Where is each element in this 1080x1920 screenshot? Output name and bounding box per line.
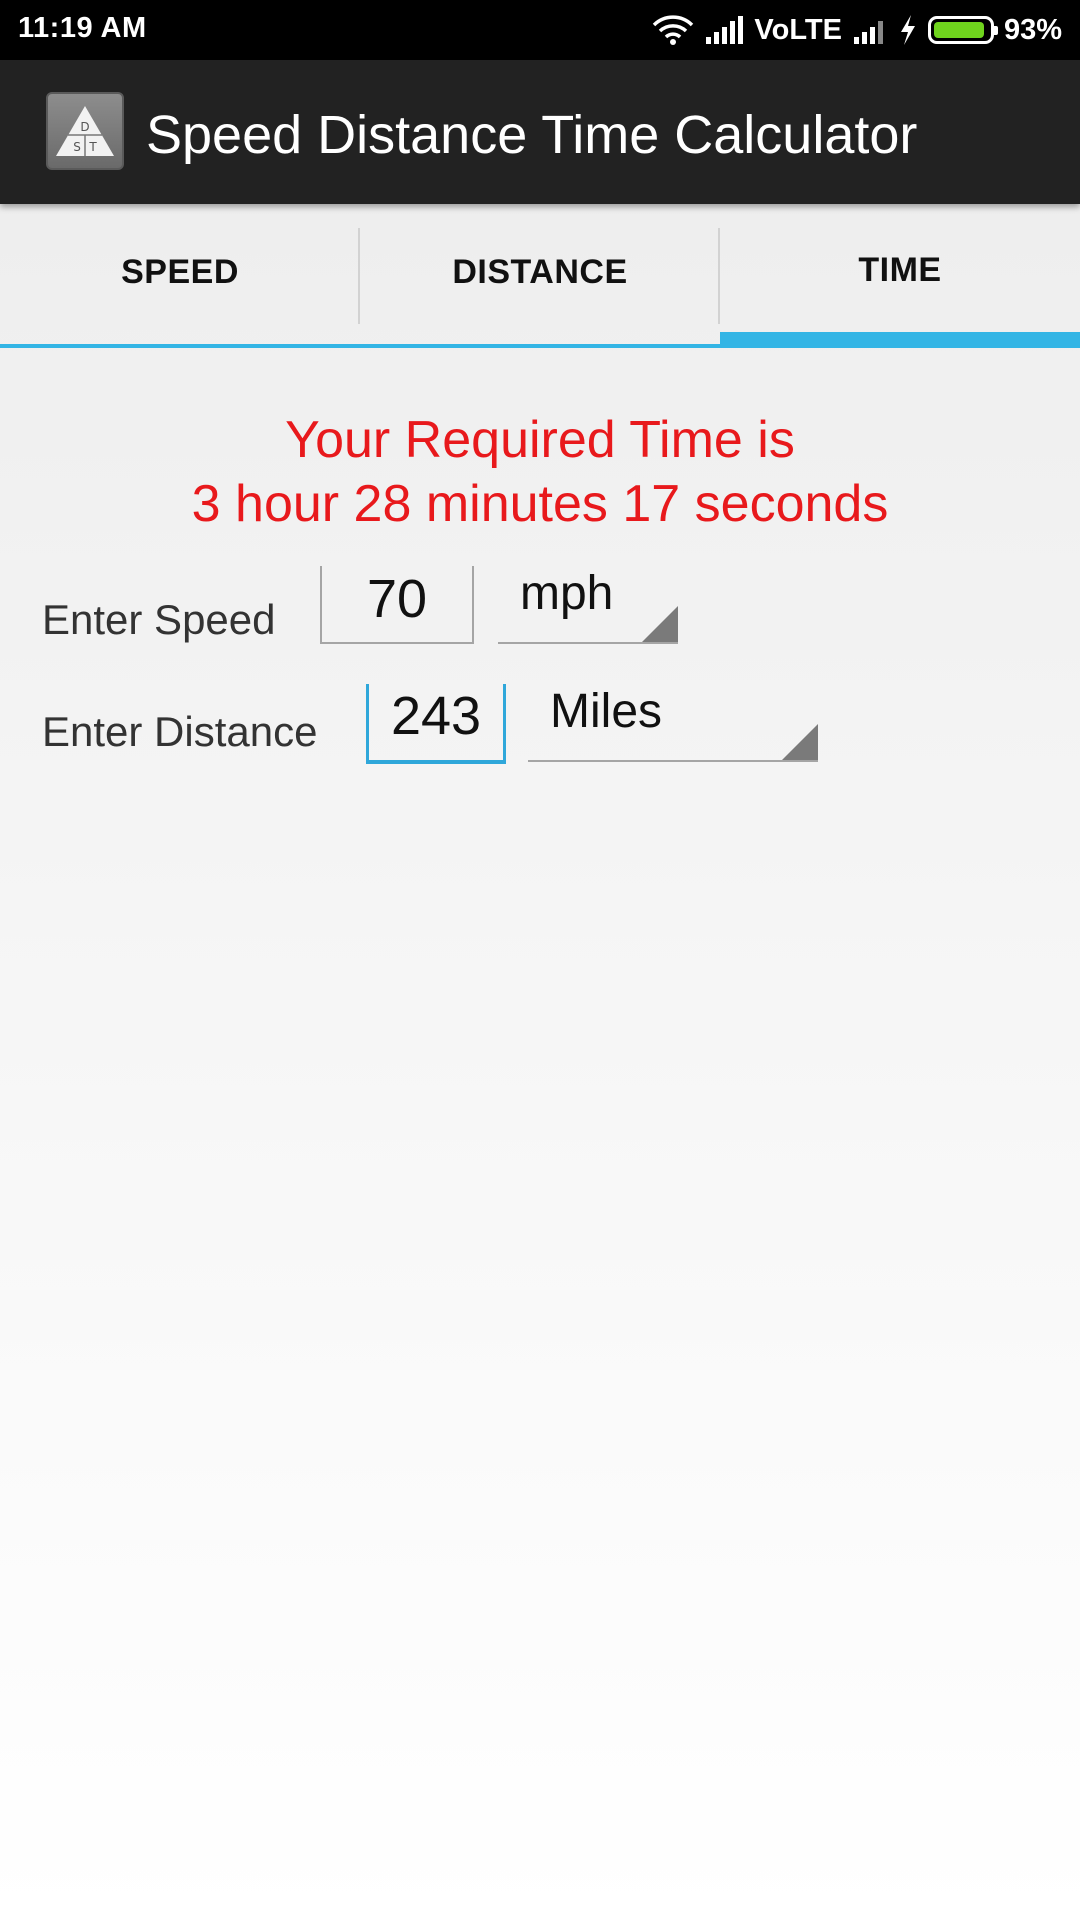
distance-input[interactable]: 243 — [366, 684, 506, 764]
battery-percent: 93% — [1003, 13, 1062, 46]
result-line-1: Your Required Time is — [285, 411, 795, 469]
speed-label: Enter Speed — [42, 596, 276, 643]
speed-unit-value: mph — [520, 567, 614, 620]
app-logo-icon: D S T — [46, 92, 124, 170]
tab-bar: SPEED DISTANCE TIME — [0, 204, 1080, 348]
icon-letter-t: T — [88, 140, 97, 154]
battery-fill — [933, 22, 985, 38]
app-title: Speed Distance Time Calculator — [146, 105, 918, 165]
dropdown-arrow-icon — [642, 606, 678, 642]
tab-label: DISTANCE — [452, 252, 628, 291]
status-icons: VoLTE 93% — [652, 10, 1062, 50]
status-time: 11:19 AM — [18, 12, 147, 44]
distance-unit-dropdown[interactable]: Miles — [528, 684, 818, 762]
signal-icon — [706, 16, 744, 44]
dropdown-arrow-icon — [782, 724, 818, 760]
triangle-icon: D S T — [56, 106, 114, 156]
result-line-2: 3 hour 28 minutes 17 seconds — [191, 475, 889, 533]
action-bar: D S T Speed Distance Time Calculator — [0, 60, 1080, 204]
wifi-icon — [653, 15, 694, 45]
battery-icon — [927, 16, 998, 44]
speed-unit-dropdown[interactable]: mph — [498, 566, 678, 644]
distance-label: Enter Distance — [42, 708, 318, 755]
tab-label: SPEED — [121, 252, 239, 291]
charging-bolt-icon — [900, 15, 915, 45]
distance-unit-value: Miles — [550, 685, 663, 738]
icon-letter-s: S — [73, 140, 81, 154]
tab-distance[interactable]: DISTANCE — [360, 204, 720, 348]
network-label: VoLTE — [754, 13, 842, 46]
signal-icon — [853, 21, 883, 44]
status-bar: 11:19 AM VoLTE 93% — [0, 0, 1080, 60]
tab-speed[interactable]: SPEED — [0, 204, 360, 348]
tab-label: TIME — [858, 250, 942, 289]
icon-letter-d: D — [80, 120, 89, 134]
tab-time[interactable]: TIME — [720, 204, 1080, 348]
result-text: Your Required Time is 3 hour 28 minutes … — [0, 408, 1080, 536]
speed-input[interactable]: 70 — [320, 566, 474, 644]
